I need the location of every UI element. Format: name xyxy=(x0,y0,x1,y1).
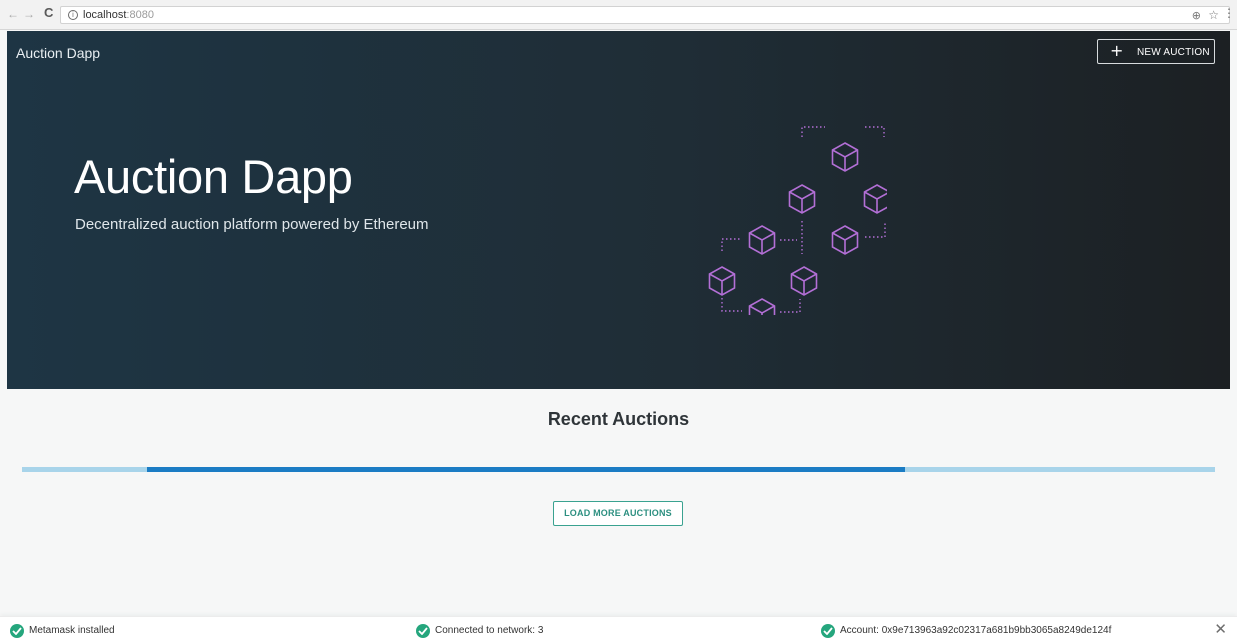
brand-title[interactable]: Auction Dapp xyxy=(16,45,100,61)
url-host: localhost xyxy=(83,9,127,21)
new-auction-button[interactable]: + NEW AUCTION xyxy=(1097,39,1215,64)
hero-banner: Auction Dapp + NEW AUCTION Auction Dapp … xyxy=(7,31,1230,389)
loading-progress-bar xyxy=(22,467,1215,472)
hero-title: Auction Dapp xyxy=(74,150,353,203)
status-item-metamask: Metamask installed xyxy=(10,624,115,638)
reload-icon[interactable]: C xyxy=(44,6,53,19)
browser-toolbar: ← → C i localhost:8080 ⊕ ☆ ⋮ xyxy=(0,0,1237,30)
load-more-button[interactable]: LOAD MORE AUCTIONS xyxy=(553,501,683,526)
status-label: Account: 0x9e713963a92c02317a681b9bb3065… xyxy=(840,625,1112,636)
url-text: localhost:8080 xyxy=(83,9,154,21)
star-icon[interactable]: ☆ xyxy=(1208,8,1219,22)
more-vert-icon[interactable]: ⋮ xyxy=(1223,7,1235,19)
status-label: Metamask installed xyxy=(29,625,115,636)
plus-icon: + xyxy=(1110,41,1124,60)
main-content: Recent Auctions LOAD MORE AUCTIONS xyxy=(0,389,1237,616)
zoom-icon[interactable]: ⊕ xyxy=(1192,9,1201,22)
status-bar: Metamask installed Connected to network:… xyxy=(0,616,1237,642)
status-label: Connected to network: 3 xyxy=(435,625,544,636)
blockchain-network-icon xyxy=(708,126,887,315)
new-auction-label: NEW AUCTION xyxy=(1137,47,1210,58)
status-item-account: Account: 0x9e713963a92c02317a681b9bb3065… xyxy=(821,624,1111,638)
info-icon[interactable]: i xyxy=(68,10,78,20)
check-circle-icon xyxy=(416,624,430,638)
status-item-network: Connected to network: 3 xyxy=(416,624,543,638)
url-port: :8080 xyxy=(126,9,154,21)
check-circle-icon xyxy=(821,624,835,638)
close-icon[interactable]: ✕ xyxy=(1214,620,1227,638)
address-bar[interactable]: i localhost:8080 ⊕ ☆ xyxy=(60,6,1230,24)
hero-subtitle: Decentralized auction platform powered b… xyxy=(75,216,429,233)
check-circle-icon xyxy=(10,624,24,638)
forward-arrow-icon[interactable]: → xyxy=(23,8,35,20)
back-arrow-icon[interactable]: ← xyxy=(7,8,19,20)
progress-fill xyxy=(147,467,905,472)
section-title: Recent Auctions xyxy=(547,409,690,429)
